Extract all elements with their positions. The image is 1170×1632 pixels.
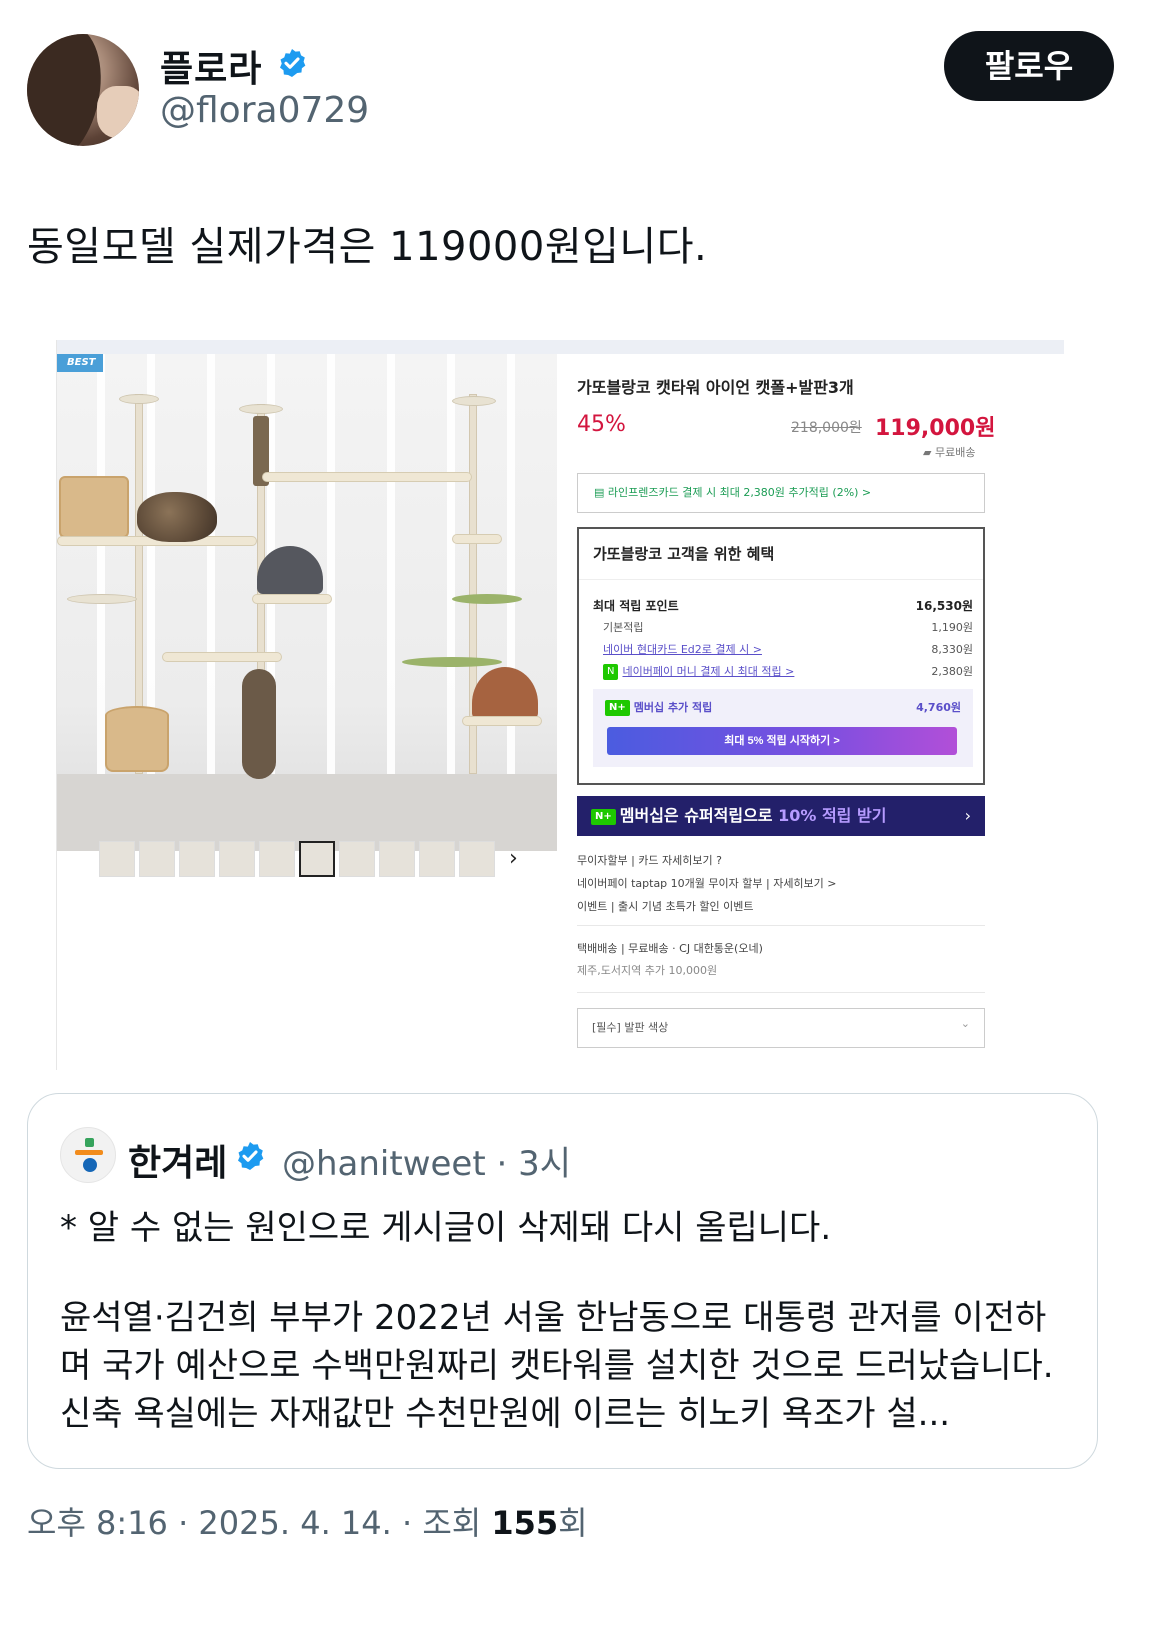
timestamp[interactable]: 오후 8:16 · 2025. 4. 14. · 조회 bbox=[27, 1504, 491, 1542]
thumbnail-strip bbox=[99, 841, 499, 877]
cat-figure bbox=[137, 492, 217, 542]
benefit-title: 가또블랑코 고객을 위한 혜택 bbox=[593, 545, 775, 563]
discount-rate: 45% bbox=[577, 412, 626, 437]
image-top-bar bbox=[57, 340, 1064, 354]
naverpay-icon: N bbox=[603, 664, 619, 680]
thumbnail[interactable] bbox=[259, 841, 295, 877]
naver-plus-icon: N+ bbox=[605, 700, 630, 716]
user-handle[interactable]: @flora0729 bbox=[160, 90, 369, 131]
verified-badge-icon bbox=[238, 1142, 264, 1170]
membership-box: N+ 멤버십 추가 적립 4,760원 최대 5% 적립 시작하기 > bbox=[593, 689, 973, 767]
cat-tower-photo bbox=[57, 354, 557, 851]
delivery-line: 택배배송 | 무료배송 · CJ 대한통운(오네) bbox=[577, 942, 763, 955]
verified-badge-icon bbox=[280, 49, 306, 77]
quote-display-name[interactable]: 한겨레 bbox=[128, 1134, 227, 1186]
chevron-down-icon: ⌄ bbox=[960, 1017, 970, 1030]
naver-plus-icon: N+ bbox=[591, 808, 616, 825]
original-price: 218,000원 bbox=[791, 420, 862, 436]
info-line[interactable]: 무이자할부 | 카드 자세히보기 ? bbox=[577, 852, 722, 868]
thumbnail-selected[interactable] bbox=[299, 841, 335, 877]
option-select[interactable]: [필수] 발판 색상 ⌄ bbox=[577, 1008, 985, 1048]
attached-image[interactable]: BEST › 가또블랑코 캣타워 아이언 캣폴+발판3개 45% 218,000… bbox=[56, 340, 1064, 1070]
quote-body: 윤석열·김건희 부부가 2022년 서울 한남동으로 대통령 관저를 이전하며 … bbox=[60, 1298, 1054, 1434]
truck-icon: ▰ bbox=[923, 446, 935, 459]
tweet-text: 동일모델 실제가격은 119000원입니다. bbox=[27, 224, 708, 270]
membership-start-button[interactable]: 최대 5% 적립 시작하기 > bbox=[607, 727, 957, 755]
thumbnail[interactable] bbox=[459, 841, 495, 877]
best-badge: BEST bbox=[57, 354, 103, 372]
thumbnail[interactable] bbox=[99, 841, 135, 877]
quoted-tweet[interactable]: 한겨레 @hanitweet · 3시 * 알 수 없는 원인으로 게시글이 삭… bbox=[27, 1093, 1098, 1469]
thumbnail[interactable] bbox=[419, 841, 455, 877]
sale-price: 119,000원 bbox=[875, 416, 996, 441]
card-promo[interactable]: ▤ 라인프렌즈카드 결제 시 최대 2,380원 추가적립 (2%) > bbox=[577, 473, 985, 513]
view-count: 155 bbox=[491, 1504, 559, 1542]
quote-avatar[interactable] bbox=[60, 1127, 116, 1183]
benefit-panel: 가또블랑코 고객을 위한 혜택 최대 적립 포인트 16,530원 기본적립 1,1… bbox=[577, 527, 985, 785]
shipping-label: ▰ 무료배송 bbox=[923, 446, 976, 459]
points-row: 기본적립 1,190원 bbox=[603, 621, 973, 634]
points-row: 최대 적립 포인트 16,530원 bbox=[593, 599, 973, 613]
super-points-banner[interactable]: N+ 멤버십은 슈퍼적립으로 10% 적립 받기 › bbox=[577, 796, 985, 836]
delivery-extra: 제주,도서지역 추가 10,000원 bbox=[577, 964, 718, 977]
display-name[interactable]: 플로라 bbox=[160, 40, 262, 92]
thumbnail[interactable] bbox=[379, 841, 415, 877]
chevron-right-icon: › bbox=[964, 806, 971, 825]
card-icon: ▤ bbox=[594, 486, 608, 499]
points-row[interactable]: 네이버 현대카드 Ed2로 결제 시 >8,330원 bbox=[593, 641, 973, 657]
thumbnail[interactable] bbox=[179, 841, 215, 877]
points-row[interactable]: N 네이버페이 머니 결제 시 최대 적립 >2,380원 bbox=[593, 663, 973, 680]
thumbnail[interactable] bbox=[139, 841, 175, 877]
product-title: 가또블랑코 캣타워 아이언 캣폴+발판3개 bbox=[577, 378, 854, 397]
quote-handle-time: @hanitweet · 3시 bbox=[282, 1144, 572, 1184]
membership-row: N+ 멤버십 추가 적립 4,760원 bbox=[605, 699, 961, 716]
info-line[interactable]: 네이버페이 taptap 10개월 무이자 할부 | 자세히보기 > bbox=[577, 875, 837, 891]
info-line[interactable]: 이벤트 | 출시 기념 초특가 할인 이벤트 bbox=[577, 898, 753, 914]
tweet-meta: 오후 8:16 · 2025. 4. 14. · 조회 155회 bbox=[27, 1504, 588, 1542]
chevron-right-icon[interactable]: › bbox=[509, 846, 518, 871]
thumbnail[interactable] bbox=[339, 841, 375, 877]
user-avatar[interactable] bbox=[27, 34, 139, 146]
thumbnail[interactable] bbox=[219, 841, 255, 877]
quote-text-line: * 알 수 없는 원인으로 게시글이 삭제돼 다시 올립니다. bbox=[60, 1208, 832, 1248]
follow-button[interactable]: 팔로우 bbox=[944, 31, 1114, 101]
